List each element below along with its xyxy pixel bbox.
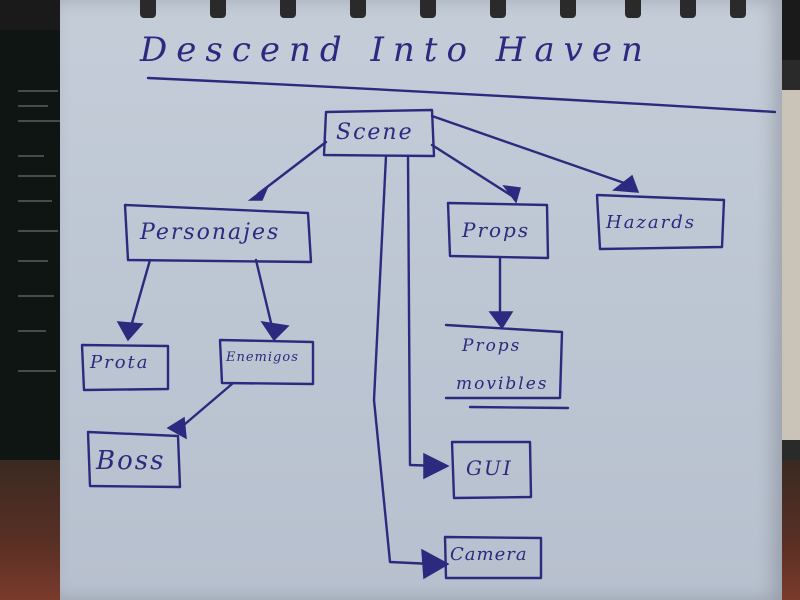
arrowhead-personajes [247, 185, 269, 201]
node-boss-label: Boss [96, 446, 166, 476]
title-underline [146, 76, 777, 114]
arrowhead-prota [116, 321, 144, 342]
arrow-scene-camera [372, 154, 434, 566]
arrow-scene-hazards [430, 114, 632, 187]
node-hazards-label: Hazards [606, 212, 697, 233]
node-props-label: Props [462, 218, 531, 242]
node-enemigos-label: Enemigos [226, 350, 299, 365]
arrowhead-camera [421, 548, 450, 580]
node-scene-label: Scene [336, 120, 414, 145]
node-gui-label: GUI [466, 456, 513, 480]
node-props-movibles-label-line1: Props [462, 336, 522, 356]
node-personajes-label: Personajes [140, 220, 281, 245]
arrowhead-enemigos [260, 320, 290, 342]
node-camera-label: Camera [450, 544, 528, 565]
arrowhead-gui [423, 452, 450, 480]
arrowhead-hazards [612, 174, 640, 193]
node-prota-label: Prota [90, 352, 150, 373]
arrowhead-props-movibles [488, 311, 514, 330]
arrowhead-props [502, 185, 521, 204]
arrow-personajes-prota [128, 258, 152, 332]
diagram-title: Descend Into Haven [140, 30, 652, 70]
diagram-drawing [80, 76, 777, 580]
arrow-scene-gui [406, 154, 442, 468]
arrow-enemigos-boss [176, 382, 234, 432]
arrow-personajes-enemigos [254, 258, 274, 329]
node-props-movibles-label-line2: movibles [456, 374, 549, 394]
arrow-scene-props [430, 143, 514, 198]
